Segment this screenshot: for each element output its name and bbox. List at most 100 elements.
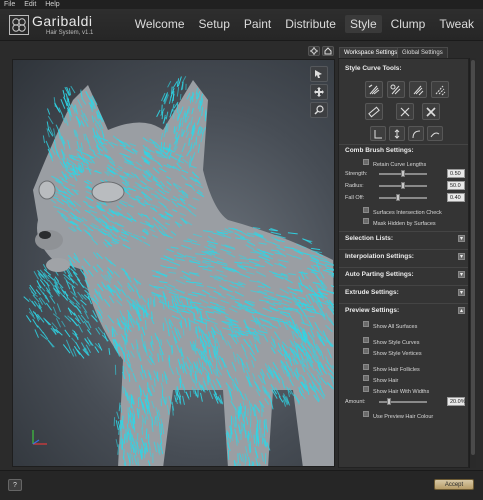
hair-strand bbox=[333, 338, 334, 341]
align-icon[interactable] bbox=[370, 126, 386, 141]
scrollbar-thumb[interactable] bbox=[471, 60, 475, 455]
panel-scrollbar[interactable] bbox=[469, 58, 476, 468]
hair-strand bbox=[61, 320, 66, 328]
mask-hidden-checkbox[interactable]: Mask Hidden by Surfaces bbox=[363, 217, 436, 227]
hair-strand bbox=[64, 329, 71, 338]
collapse-icon[interactable]: ▴ bbox=[458, 307, 465, 314]
radius-knob[interactable] bbox=[401, 182, 405, 189]
menu-file[interactable]: File bbox=[4, 0, 15, 9]
ruler-icon[interactable] bbox=[365, 103, 383, 120]
preview-settings-heading: Preview Settings: bbox=[345, 307, 400, 314]
amount-knob[interactable] bbox=[386, 398, 391, 405]
nav-distribute[interactable]: Distribute bbox=[280, 15, 341, 33]
tab-workspace-settings[interactable]: Workspace Settings bbox=[339, 47, 403, 58]
help-button[interactable]: ? bbox=[8, 479, 22, 491]
hair-strand bbox=[33, 271, 40, 280]
falloff-value[interactable]: 0.40 bbox=[447, 193, 465, 202]
show-hair-with-widths-checkbox[interactable]: Show Hair With Widths bbox=[363, 385, 430, 395]
amount-slider[interactable]: Amount: 20.0% bbox=[345, 397, 466, 407]
length-brush-icon[interactable] bbox=[409, 81, 427, 98]
curl-brush-icon[interactable] bbox=[387, 81, 405, 98]
comb-brush-icon[interactable] bbox=[365, 81, 383, 98]
nav-clump[interactable]: Clump bbox=[386, 15, 431, 33]
selection-lists-section[interactable]: Selection Lists: ▾ bbox=[339, 231, 468, 245]
use-preview-hair-colour-checkbox[interactable]: Use Preview Hair Colour bbox=[363, 410, 433, 420]
bend-icon[interactable] bbox=[408, 126, 424, 141]
show-hair-with-widths-label: Show Hair With Widths bbox=[373, 389, 430, 395]
twist-icon[interactable] bbox=[427, 126, 443, 141]
hair-strand bbox=[130, 397, 132, 409]
hair-strand bbox=[249, 441, 252, 453]
falloff-knob[interactable] bbox=[396, 194, 401, 201]
extrude-settings-heading: Extrude Settings: bbox=[345, 289, 399, 296]
expand-icon[interactable]: ▾ bbox=[458, 289, 465, 296]
zoom-icon[interactable] bbox=[310, 102, 328, 118]
amount-value[interactable]: 20.0% bbox=[447, 397, 466, 406]
show-style-curves-checkbox[interactable]: Show Style Curves bbox=[363, 336, 419, 346]
preview-settings-section[interactable]: Preview Settings: ▴ bbox=[339, 303, 468, 317]
hair-strand bbox=[160, 339, 162, 346]
strength-knob[interactable] bbox=[401, 170, 405, 177]
hair-strand bbox=[42, 135, 46, 144]
hair-strand bbox=[182, 328, 185, 336]
strength-value[interactable]: 0.50 bbox=[447, 169, 465, 178]
nav-setup[interactable]: Setup bbox=[194, 15, 235, 33]
hair-strand bbox=[48, 279, 55, 288]
show-all-surfaces-checkbox[interactable]: Show All Surfaces bbox=[363, 320, 417, 330]
hair-strand bbox=[25, 315, 32, 323]
hair-strand bbox=[70, 291, 78, 298]
radius-slider[interactable]: Radius: 50.0 bbox=[345, 181, 465, 191]
cat-eye-right bbox=[38, 180, 56, 200]
expand-icon[interactable]: ▾ bbox=[458, 235, 465, 242]
select-icon[interactable] bbox=[310, 66, 328, 82]
hair-strand bbox=[115, 439, 119, 448]
cut-icon[interactable] bbox=[396, 103, 414, 120]
tools-icon[interactable] bbox=[422, 103, 440, 120]
auto-parting-settings-heading: Auto Parting Settings: bbox=[345, 271, 414, 278]
home-icon[interactable] bbox=[322, 46, 334, 56]
show-hair-checkbox[interactable]: Show Hair bbox=[363, 374, 398, 384]
straighten-icon[interactable] bbox=[389, 126, 405, 141]
cat-hair-render[interactable] bbox=[13, 60, 335, 467]
gear-icon[interactable] bbox=[308, 46, 320, 56]
mask-hidden-label: Mask Hidden by Surfaces bbox=[373, 221, 436, 227]
interpolation-settings-section[interactable]: Interpolation Settings: ▾ bbox=[339, 249, 468, 263]
axis-gizmo-icon bbox=[32, 430, 47, 445]
menu-edit[interactable]: Edit bbox=[24, 0, 36, 9]
retain-curve-lengths-label: Retain Curve Lengths bbox=[373, 162, 427, 168]
nav-style[interactable]: Style bbox=[344, 15, 382, 33]
hair-strand bbox=[156, 415, 158, 427]
tab-global-settings[interactable]: Global Settings bbox=[397, 47, 448, 58]
3d-viewport[interactable] bbox=[12, 59, 335, 467]
show-hair-follicles-checkbox[interactable]: Show Hair Follicles bbox=[363, 363, 420, 373]
hair-strand bbox=[45, 140, 51, 150]
retain-curve-lengths-checkbox[interactable]: Retain Curve Lengths bbox=[363, 158, 427, 168]
nav-paint[interactable]: Paint bbox=[239, 15, 276, 33]
show-style-vertices-label: Show Style Vertices bbox=[373, 351, 422, 357]
surface-intersection-label: Surfaces Intersection Check bbox=[373, 210, 442, 216]
hair-strand bbox=[196, 326, 198, 333]
hair-strand bbox=[23, 296, 30, 302]
expand-icon[interactable]: ▾ bbox=[458, 253, 465, 260]
move-icon[interactable] bbox=[310, 84, 328, 100]
expand-icon[interactable]: ▾ bbox=[458, 271, 465, 278]
hair-strand bbox=[94, 346, 100, 353]
hair-strand bbox=[54, 102, 60, 112]
hair-strand bbox=[32, 318, 39, 328]
extrude-settings-section[interactable]: Extrude Settings: ▾ bbox=[339, 285, 468, 299]
nav-welcome[interactable]: Welcome bbox=[130, 15, 190, 33]
radius-value[interactable]: 50.0 bbox=[447, 181, 465, 190]
bottom-bar: ? Accept bbox=[0, 470, 483, 500]
surface-intersection-checkbox[interactable]: Surfaces Intersection Check bbox=[363, 206, 442, 216]
strength-slider[interactable]: Strength: 0.50 bbox=[345, 169, 465, 179]
hair-strand bbox=[205, 320, 208, 331]
show-style-vertices-checkbox[interactable]: Show Style Vertices bbox=[363, 347, 422, 357]
auto-parting-settings-section[interactable]: Auto Parting Settings: ▾ bbox=[339, 267, 468, 281]
falloff-slider[interactable]: Fall Off: 0.40 bbox=[345, 193, 465, 203]
smooth-brush-icon[interactable] bbox=[431, 81, 449, 98]
accept-button[interactable]: Accept bbox=[434, 479, 474, 490]
hair-strand bbox=[158, 421, 161, 433]
nav-tweak[interactable]: Tweak bbox=[434, 15, 479, 33]
hair-strand bbox=[70, 278, 79, 286]
menu-help[interactable]: Help bbox=[45, 0, 59, 9]
